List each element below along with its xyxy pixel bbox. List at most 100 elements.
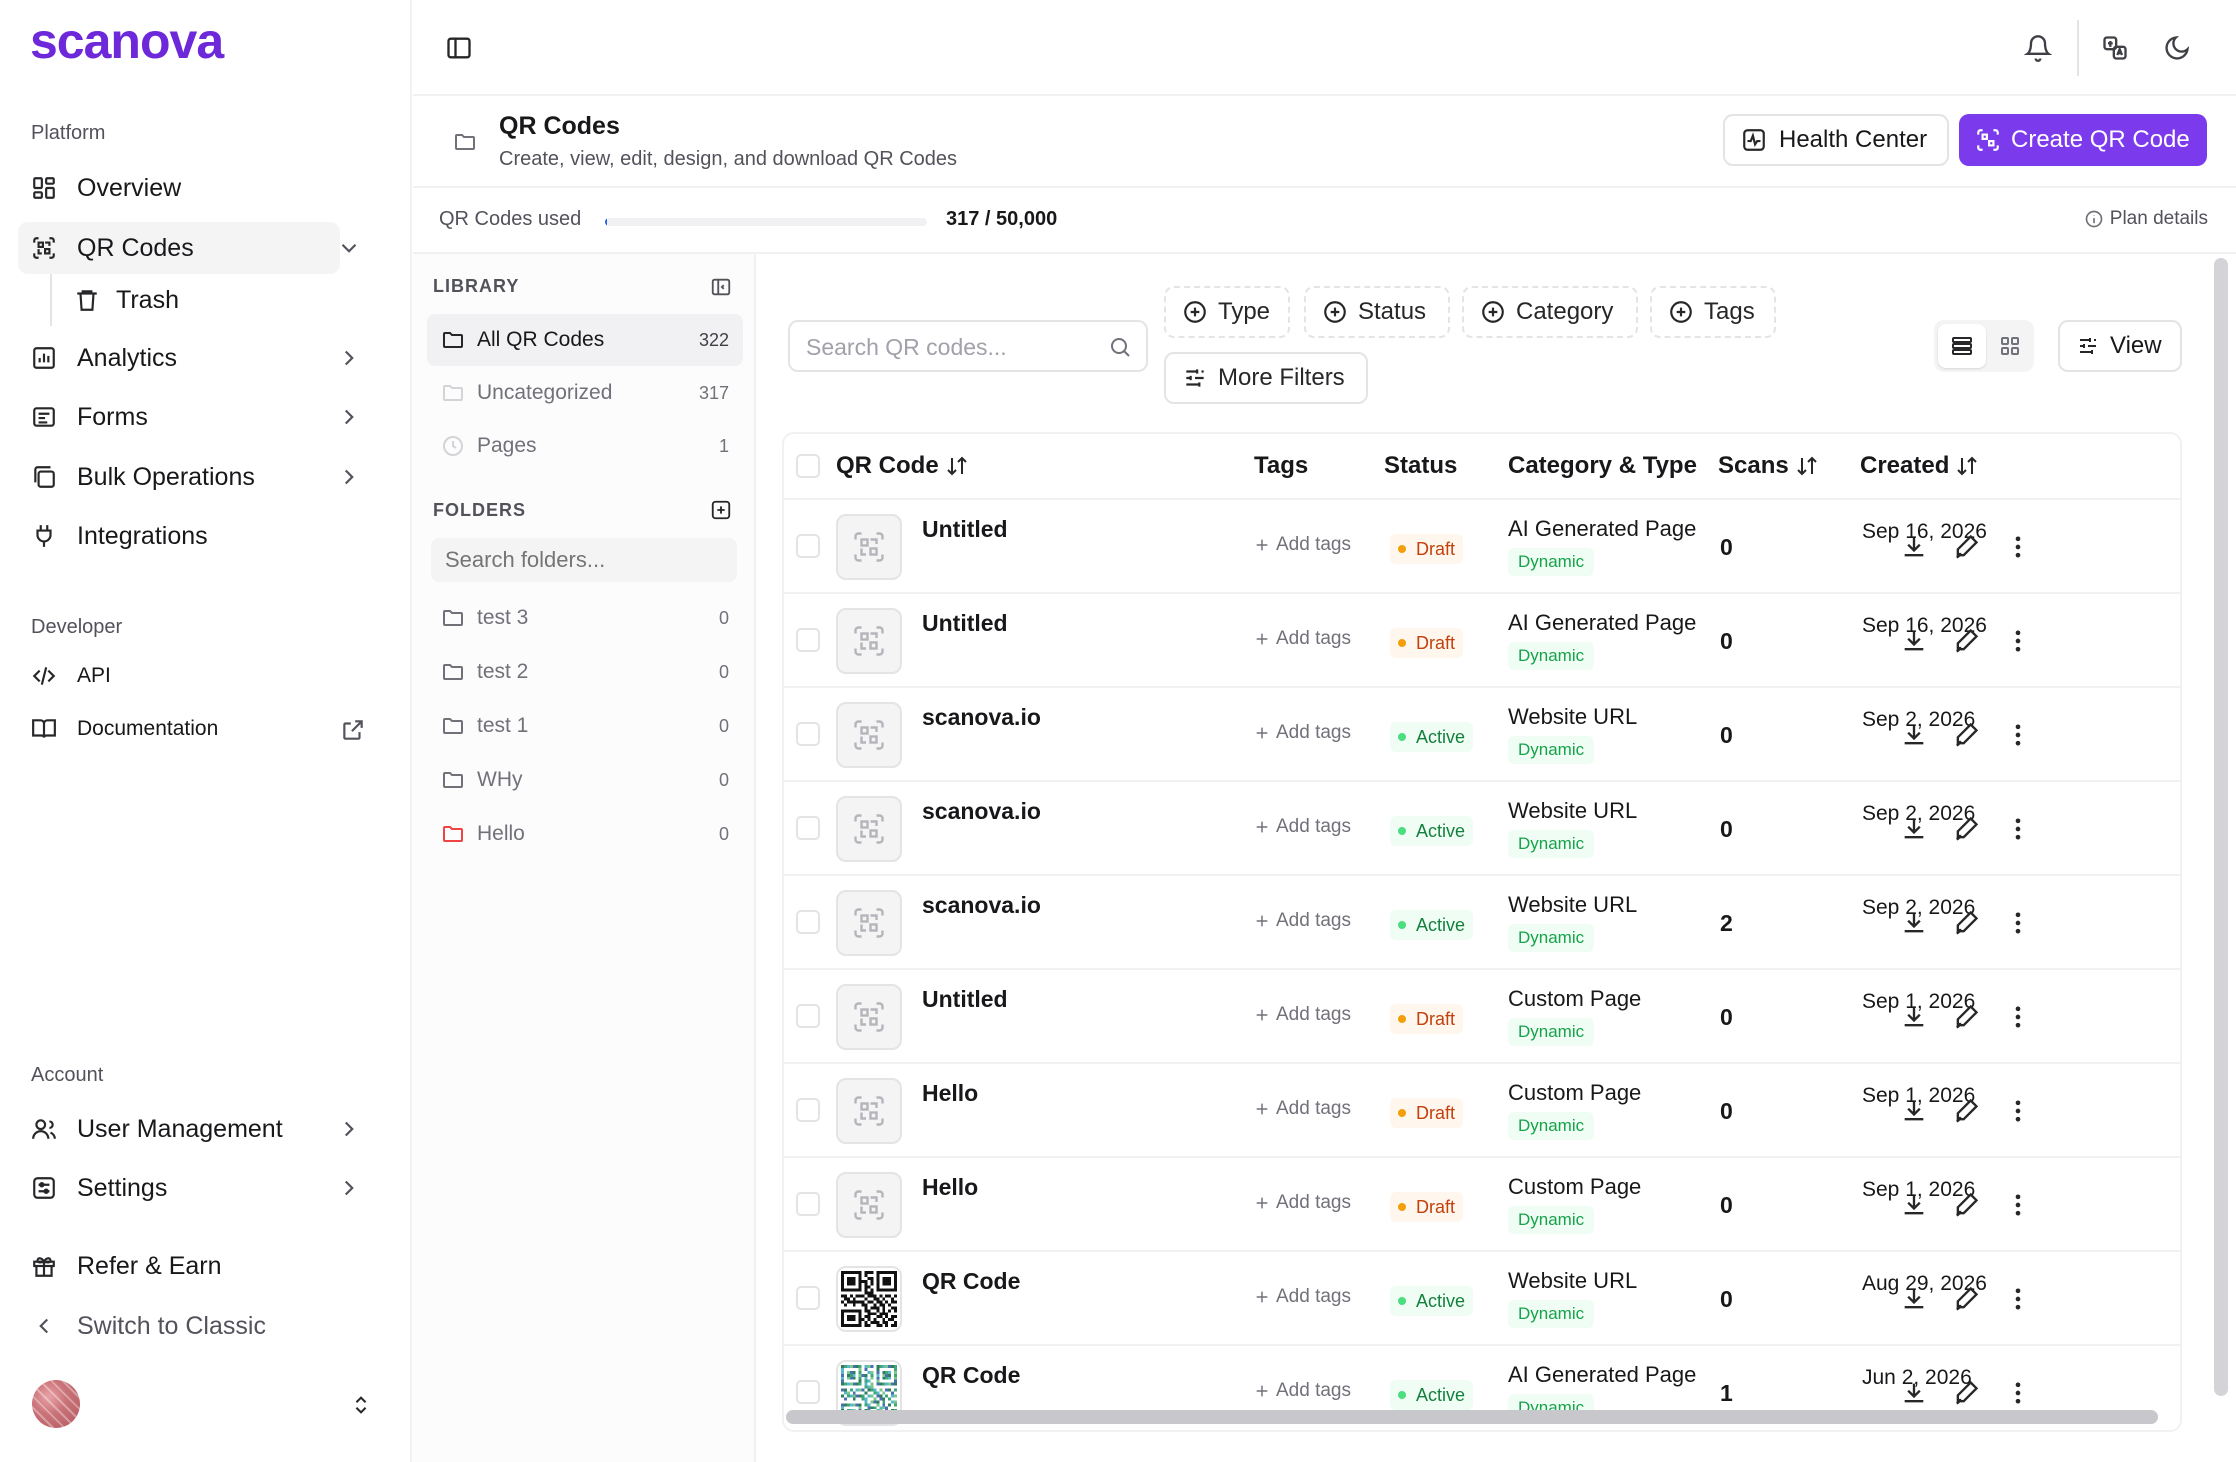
qr-name[interactable]: QR Code bbox=[922, 1268, 1020, 1295]
qr-thumbnail[interactable] bbox=[836, 1266, 902, 1332]
row-checkbox[interactable] bbox=[796, 1380, 820, 1404]
more-options-icon[interactable] bbox=[2004, 909, 2032, 937]
table-row[interactable]: scanova.io Add tags Active Website URL Dynam… bbox=[784, 688, 2180, 782]
row-checkbox[interactable] bbox=[796, 1004, 820, 1028]
qr-thumbnail[interactable] bbox=[836, 514, 902, 580]
library-item-pages[interactable]: Pages 1 bbox=[427, 420, 743, 472]
qr-name[interactable]: Hello bbox=[922, 1080, 978, 1107]
edit-design-icon[interactable] bbox=[1952, 533, 1980, 561]
download-icon[interactable] bbox=[1900, 1379, 1928, 1407]
download-icon[interactable] bbox=[1900, 533, 1928, 561]
sidebar-item-api[interactable]: API bbox=[18, 654, 340, 698]
bell-icon[interactable] bbox=[2024, 34, 2052, 62]
column-scans[interactable]: Scans bbox=[1718, 452, 1819, 480]
qr-name[interactable]: scanova.io bbox=[922, 892, 1041, 919]
add-tags-button[interactable]: Add tags bbox=[1254, 910, 1351, 932]
add-tags-button[interactable]: Add tags bbox=[1254, 1098, 1351, 1120]
qr-name[interactable]: Hello bbox=[922, 1174, 978, 1201]
more-options-icon[interactable] bbox=[2004, 1379, 2032, 1407]
add-tags-button[interactable]: Add tags bbox=[1254, 1286, 1351, 1308]
filter-tags-button[interactable]: Tags bbox=[1650, 286, 1776, 338]
table-row[interactable]: Untitled Add tags Draft AI Generated Page Dy… bbox=[784, 594, 2180, 688]
download-icon[interactable] bbox=[1900, 1191, 1928, 1219]
edit-design-icon[interactable] bbox=[1952, 1379, 1980, 1407]
add-tags-button[interactable]: Add tags bbox=[1254, 722, 1351, 744]
download-icon[interactable] bbox=[1900, 1097, 1928, 1125]
edit-design-icon[interactable] bbox=[1952, 1285, 1980, 1313]
folder-search-input[interactable] bbox=[431, 538, 737, 582]
download-icon[interactable] bbox=[1900, 627, 1928, 655]
add-tags-button[interactable]: Add tags bbox=[1254, 816, 1351, 838]
table-row[interactable]: scanova.io Add tags Active Website URL Dynam… bbox=[784, 876, 2180, 970]
add-tags-button[interactable]: Add tags bbox=[1254, 1380, 1351, 1402]
plan-details-link[interactable]: Plan details bbox=[2084, 208, 2208, 230]
filter-status-button[interactable]: Status bbox=[1304, 286, 1450, 338]
moon-icon[interactable] bbox=[2163, 34, 2191, 62]
more-options-icon[interactable] bbox=[2004, 721, 2032, 749]
edit-design-icon[interactable] bbox=[1952, 815, 1980, 843]
row-checkbox[interactable] bbox=[796, 534, 820, 558]
qr-thumbnail[interactable] bbox=[836, 890, 902, 956]
more-filters-button[interactable]: More Filters bbox=[1164, 352, 1368, 404]
table-row[interactable]: scanova.io Add tags Active Website URL Dynam… bbox=[784, 782, 2180, 876]
qr-name[interactable]: Untitled bbox=[922, 610, 1008, 637]
row-checkbox[interactable] bbox=[796, 722, 820, 746]
download-icon[interactable] bbox=[1900, 1285, 1928, 1313]
library-item-uncategorized[interactable]: Uncategorized 317 bbox=[427, 367, 743, 419]
table-row[interactable]: Hello Add tags Draft Custom Page Dynamic 0 Sep… bbox=[784, 1158, 2180, 1252]
sidebar-item-refer-earn[interactable]: Refer & Earn bbox=[18, 1240, 340, 1292]
more-options-icon[interactable] bbox=[2004, 1285, 2032, 1313]
more-options-icon[interactable] bbox=[2004, 1191, 2032, 1219]
more-options-icon[interactable] bbox=[2004, 1097, 2032, 1125]
edit-design-icon[interactable] bbox=[1952, 1097, 1980, 1125]
row-checkbox[interactable] bbox=[796, 1098, 820, 1122]
add-tags-button[interactable]: Add tags bbox=[1254, 1004, 1351, 1026]
sidebar-item-bulk-operations[interactable]: Bulk Operations bbox=[18, 451, 354, 503]
sidebar-item-integrations[interactable]: Integrations bbox=[18, 510, 340, 562]
grid-view-button[interactable] bbox=[1986, 324, 2034, 368]
table-row[interactable]: Untitled Add tags Draft AI Generated Page Dy… bbox=[784, 500, 2180, 594]
edit-design-icon[interactable] bbox=[1952, 1003, 1980, 1031]
sidebar-item-switch-classic[interactable]: Switch to Classic bbox=[18, 1300, 340, 1352]
panel-collapse-icon[interactable] bbox=[710, 276, 732, 298]
edit-design-icon[interactable] bbox=[1952, 627, 1980, 655]
sidebar-item-analytics[interactable]: Analytics bbox=[18, 332, 354, 384]
row-checkbox[interactable] bbox=[796, 1192, 820, 1216]
folder-item[interactable]: test 3 0 bbox=[427, 592, 743, 644]
sidebar-item-qr-codes[interactable]: QR Codes bbox=[18, 222, 357, 274]
folder-item[interactable]: Hello 0 bbox=[427, 808, 743, 860]
download-icon[interactable] bbox=[1900, 721, 1928, 749]
edit-design-icon[interactable] bbox=[1952, 909, 1980, 937]
scanova-logo[interactable]: scanova bbox=[30, 13, 270, 69]
edit-design-icon[interactable] bbox=[1952, 721, 1980, 749]
add-tags-button[interactable]: Add tags bbox=[1254, 628, 1351, 650]
qr-thumbnail[interactable] bbox=[836, 796, 902, 862]
select-all-checkbox[interactable] bbox=[796, 454, 820, 478]
translate-icon[interactable] bbox=[2101, 34, 2129, 62]
add-tags-button[interactable]: Add tags bbox=[1254, 534, 1351, 556]
sidebar-toggle-icon[interactable] bbox=[445, 34, 473, 62]
filter-category-button[interactable]: Category bbox=[1462, 286, 1638, 338]
more-options-icon[interactable] bbox=[2004, 815, 2032, 843]
download-icon[interactable] bbox=[1900, 909, 1928, 937]
column-qr-code[interactable]: QR Code bbox=[836, 452, 969, 480]
qr-thumbnail[interactable] bbox=[836, 702, 902, 768]
qr-thumbnail[interactable] bbox=[836, 1172, 902, 1238]
view-options-button[interactable]: View bbox=[2058, 320, 2182, 372]
table-row[interactable]: QR Code Add tags Active Website URL Dynamic 0… bbox=[784, 1252, 2180, 1346]
download-icon[interactable] bbox=[1900, 815, 1928, 843]
table-row[interactable]: Hello Add tags Draft Custom Page Dynamic 0 Sep… bbox=[784, 1064, 2180, 1158]
sidebar-item-user-management[interactable]: User Management bbox=[18, 1103, 354, 1155]
qr-name[interactable]: Untitled bbox=[922, 516, 1008, 543]
add-tags-button[interactable]: Add tags bbox=[1254, 1192, 1351, 1214]
more-options-icon[interactable] bbox=[2004, 627, 2032, 655]
row-checkbox[interactable] bbox=[796, 1286, 820, 1310]
folder-item[interactable]: test 1 0 bbox=[427, 700, 743, 752]
qr-thumbnail[interactable] bbox=[836, 1078, 902, 1144]
qr-name[interactable]: scanova.io bbox=[922, 704, 1041, 731]
qr-name[interactable]: QR Code bbox=[922, 1362, 1020, 1389]
sidebar-item-overview[interactable]: Overview bbox=[18, 162, 340, 214]
download-icon[interactable] bbox=[1900, 1003, 1928, 1031]
vertical-scrollbar[interactable] bbox=[2214, 258, 2228, 1396]
create-qr-code-button[interactable]: Create QR Code bbox=[1959, 114, 2207, 166]
